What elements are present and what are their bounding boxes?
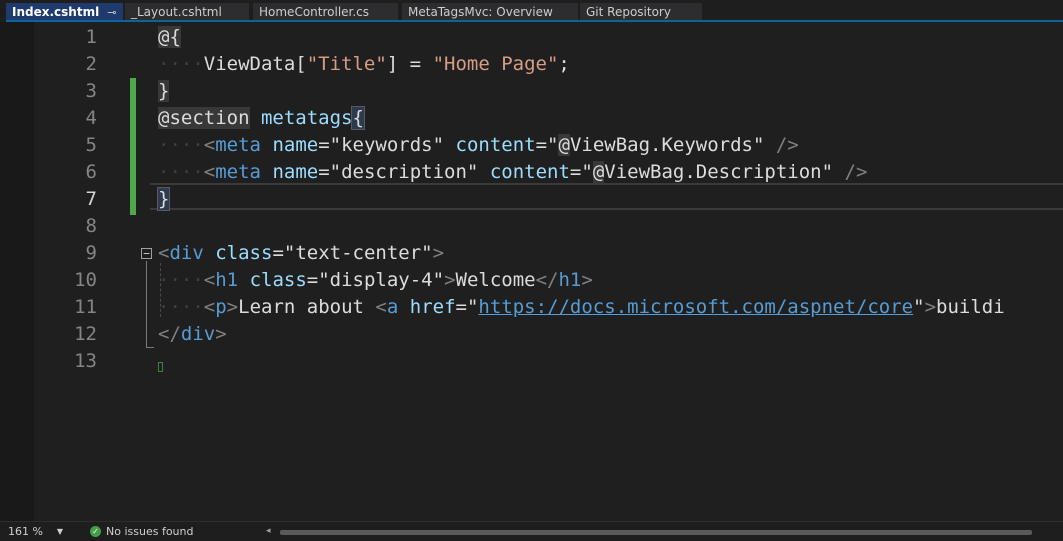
code-line: 8 — [0, 213, 1063, 240]
code-text: ····<meta name="keywords" content="@View… — [158, 134, 799, 156]
text-caret-marker — [158, 362, 163, 372]
line-number: 8 — [85, 215, 97, 237]
code-text: ····<meta name="description" content="@V… — [158, 161, 868, 183]
zoom-value: 161 % — [8, 525, 43, 538]
line-number: 13 — [74, 350, 97, 372]
line-number: 3 — [85, 80, 97, 102]
code-line: 10 ····<h1 class="display-4">Welcome</h1… — [0, 267, 1063, 294]
code-text: </div> — [158, 323, 227, 345]
tab-label: Index.cshtml — [12, 5, 100, 19]
tab-label: MetaTagsMvc: Overview — [408, 5, 553, 19]
chevron-down-icon: ▼ — [56, 527, 63, 536]
code-line: 5 ····<meta name="keywords" content="@Vi… — [0, 132, 1063, 159]
horizontal-scrollbar[interactable]: ◂ — [266, 526, 1051, 536]
line-number: 7 — [85, 188, 97, 210]
pin-icon[interactable]: ⊸ — [107, 6, 116, 19]
code-text: ····<p>Learn about <a href="https://docs… — [158, 296, 1005, 318]
code-line: 12 </div> — [0, 321, 1063, 348]
code-editor[interactable]: − 1 @{ 2 ····ViewData["Title"] = "Home P… — [0, 22, 1063, 521]
editor-status-bar: 161 % ▼ ✓ No issues found ◂ — [0, 521, 1063, 541]
code-line: 3 } — [0, 78, 1063, 105]
issues-status-text[interactable]: No issues found — [106, 525, 193, 539]
scrollbar-thumb[interactable] — [280, 530, 1032, 535]
code-line: 9 <div class="text-center"> — [0, 240, 1063, 267]
code-line: 7 } — [0, 186, 1063, 213]
tab-label: HomeController.cs — [259, 5, 370, 19]
code-text: } — [158, 80, 170, 102]
tab-label: Git Repository — [586, 5, 671, 19]
close-icon[interactable]: ✕ — [122, 5, 123, 19]
line-number: 4 — [85, 107, 97, 129]
code-text: } — [156, 187, 171, 211]
code-line: 4 @section metatags{ — [0, 105, 1063, 132]
code-line: 11 ····<p>Learn about <a href="https://d… — [0, 294, 1063, 321]
zoom-dropdown[interactable]: 161 % ▼ — [4, 525, 66, 539]
line-number: 9 — [85, 242, 97, 264]
document-tab-strip: Index.cshtml ⊸ ✕ _Layout.cshtml HomeContro… — [0, 0, 1063, 22]
line-number: 10 — [74, 269, 97, 291]
code-line: 2 ····ViewData["Title"] = "Home Page"; — [0, 51, 1063, 78]
code-text: ····<h1 class="display-4">Welcome</h1> — [158, 269, 593, 291]
line-number: 12 — [74, 323, 97, 345]
code-text: ····ViewData["Title"] = "Home Page"; — [158, 53, 570, 75]
code-text: <div class="text-center"> — [158, 242, 445, 264]
line-number: 5 — [85, 134, 97, 156]
line-number: 11 — [74, 296, 97, 318]
scroll-left-icon[interactable]: ◂ — [266, 526, 271, 536]
code-line: 1 @{ — [0, 24, 1063, 51]
line-number: 2 — [85, 53, 97, 75]
line-number: 1 — [85, 26, 97, 48]
line-number: 6 — [85, 161, 97, 183]
code-line: 6 ····<meta name="description" content="… — [0, 159, 1063, 186]
tab-label: _Layout.cshtml — [131, 5, 222, 19]
code-text: @{ — [158, 26, 181, 48]
check-circle-icon[interactable]: ✓ — [90, 526, 101, 537]
code-text: @section metatags{ — [158, 106, 365, 130]
